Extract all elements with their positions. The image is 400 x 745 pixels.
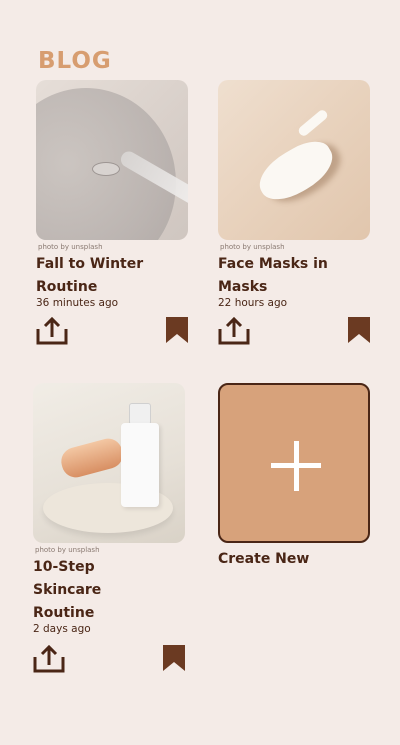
create-new-card[interactable]: Create New	[218, 383, 370, 567]
photo-credit: photo by unsplash	[220, 243, 285, 251]
share-icon[interactable]	[218, 317, 250, 345]
post-image[interactable]	[218, 80, 370, 240]
page-title: BLOG	[38, 48, 112, 74]
post-title[interactable]: Face Masks in Masks	[218, 253, 370, 299]
photo-credit: photo by unsplash	[38, 243, 103, 251]
bookmark-icon[interactable]	[348, 317, 370, 343]
post-image[interactable]	[33, 383, 185, 543]
post-card[interactable]: photo by unsplash Fall to Winter Routine…	[36, 80, 188, 347]
post-title[interactable]: Fall to Winter Routine	[36, 253, 188, 299]
post-card[interactable]: photo by unsplash Face Masks in Masks 22…	[218, 80, 370, 347]
create-new-button[interactable]	[218, 383, 370, 543]
post-timestamp: 2 days ago	[33, 623, 91, 635]
post-timestamp: 36 minutes ago	[36, 297, 119, 309]
plus-icon	[294, 441, 299, 491]
post-card[interactable]: photo by unsplash 10-Step Skincare Routi…	[33, 383, 185, 675]
create-new-label[interactable]: Create New	[218, 551, 370, 567]
bookmark-icon[interactable]	[163, 645, 185, 671]
photo-credit: photo by unsplash	[35, 546, 100, 554]
bookmark-icon[interactable]	[166, 317, 188, 343]
share-icon[interactable]	[36, 317, 68, 345]
post-timestamp: 22 hours ago	[218, 297, 288, 309]
share-icon[interactable]	[33, 645, 65, 673]
post-image[interactable]	[36, 80, 188, 240]
post-title[interactable]: 10-Step Skincare Routine	[33, 556, 163, 625]
